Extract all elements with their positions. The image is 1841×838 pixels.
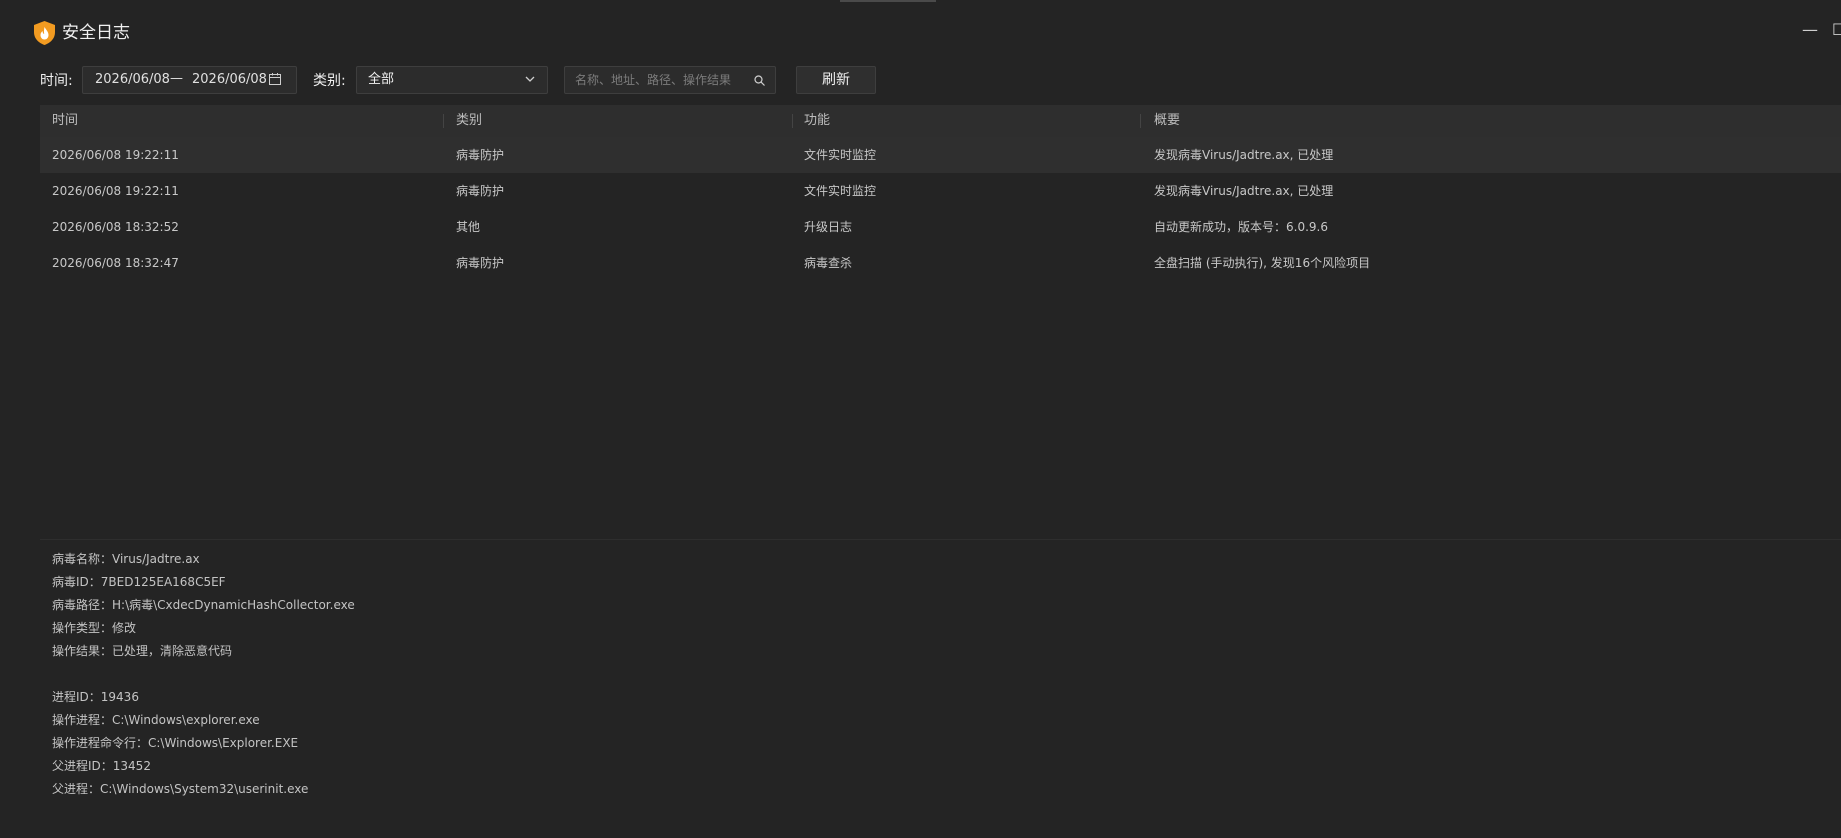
title-bar: 安全日志 — ☐ bbox=[0, 0, 1841, 60]
refresh-button[interactable]: 刷新 bbox=[796, 66, 876, 94]
cell-category: 病毒防护 bbox=[456, 148, 505, 162]
detail-operation-type: 操作类型：修改 bbox=[52, 621, 137, 635]
maximize-button[interactable]: ☐ bbox=[1832, 18, 1841, 42]
detail-process-cmdline: 操作进程命令行：C:\Windows\Explorer.EXE bbox=[52, 736, 299, 750]
cell-function: 升级日志 bbox=[804, 220, 853, 234]
shield-flame-icon bbox=[34, 21, 55, 45]
minimize-button[interactable]: — bbox=[1801, 18, 1819, 42]
column-divider[interactable] bbox=[792, 114, 793, 128]
cell-time: 2026/06/08 18:32:52 bbox=[52, 220, 179, 234]
date-end[interactable]: 2026/06/08 bbox=[192, 72, 267, 88]
search-box[interactable] bbox=[564, 66, 776, 94]
cell-function: 文件实时监控 bbox=[804, 184, 877, 198]
column-header-category[interactable]: 类别 bbox=[456, 105, 482, 137]
cell-function: 文件实时监控 bbox=[804, 148, 877, 162]
table-row[interactable]: 2026/06/08 18:32:47 病毒防护 病毒查杀 全盘扫描 (手动执行… bbox=[40, 245, 1841, 281]
calendar-icon[interactable] bbox=[269, 73, 281, 85]
cell-summary: 自动更新成功，版本号：6.0.9.6 bbox=[1154, 220, 1328, 234]
category-select-value: 全部 bbox=[368, 72, 395, 87]
time-filter-label: 时间: bbox=[40, 73, 73, 89]
cell-category: 病毒防护 bbox=[456, 184, 505, 198]
cell-summary: 发现病毒Virus/Jadtre.ax, 已处理 bbox=[1154, 184, 1334, 198]
column-header-function[interactable]: 功能 bbox=[804, 105, 830, 137]
date-start[interactable]: 2026/06/08 bbox=[95, 72, 170, 88]
detail-process: 操作进程：C:\Windows\explorer.exe bbox=[52, 713, 260, 727]
details-divider[interactable] bbox=[40, 539, 1841, 540]
category-select[interactable]: 全部 bbox=[356, 66, 548, 94]
window-title: 安全日志 bbox=[62, 23, 130, 43]
date-range-picker[interactable]: 2026/06/08 — 2026/06/08 bbox=[82, 66, 297, 94]
log-table: 时间 类别 功能 概要 2026/06/08 19:22:11 病毒防护 文件实… bbox=[40, 105, 1841, 281]
column-divider[interactable] bbox=[1140, 114, 1141, 128]
cell-time: 2026/06/08 18:32:47 bbox=[52, 256, 179, 270]
detail-virus-id: 病毒ID：7BED125EA168C5EF bbox=[52, 575, 226, 589]
detail-parent-process: 父进程：C:\Windows\System32\userinit.exe bbox=[52, 782, 309, 796]
column-header-summary[interactable]: 概要 bbox=[1154, 105, 1180, 137]
category-filter-label: 类别: bbox=[313, 73, 346, 89]
search-icon[interactable] bbox=[754, 75, 765, 86]
cell-summary: 发现病毒Virus/Jadtre.ax, 已处理 bbox=[1154, 148, 1334, 162]
cell-time: 2026/06/08 19:22:11 bbox=[52, 148, 179, 162]
drag-handle[interactable] bbox=[840, 0, 936, 2]
cell-function: 病毒查杀 bbox=[804, 256, 853, 270]
search-input[interactable] bbox=[575, 71, 743, 89]
table-header: 时间 类别 功能 概要 bbox=[40, 105, 1841, 137]
detail-parent-process-id: 父进程ID：13452 bbox=[52, 759, 151, 773]
cell-time: 2026/06/08 19:22:11 bbox=[52, 184, 179, 198]
cell-summary: 全盘扫描 (手动执行), 发现16个风险项目 bbox=[1154, 256, 1371, 270]
table-row[interactable]: 2026/06/08 19:22:11 病毒防护 文件实时监控 发现病毒Viru… bbox=[40, 173, 1841, 209]
detail-process-id: 进程ID：19436 bbox=[52, 690, 139, 704]
cell-category: 其他 bbox=[456, 220, 481, 234]
cell-category: 病毒防护 bbox=[456, 256, 505, 270]
detail-virus-path: 病毒路径：H:\病毒\CxdecDynamicHashCollector.exe bbox=[52, 598, 355, 612]
detail-operation-result: 操作结果：已处理，清除恶意代码 bbox=[52, 644, 233, 658]
column-divider[interactable] bbox=[443, 114, 444, 128]
date-separator: — bbox=[170, 71, 183, 86]
column-header-time[interactable]: 时间 bbox=[52, 105, 78, 137]
detail-virus-name: 病毒名称：Virus/Jadtre.ax bbox=[52, 552, 200, 566]
table-row[interactable]: 2026/06/08 18:32:52 其他 升级日志 自动更新成功，版本号：6… bbox=[40, 209, 1841, 245]
chevron-down-icon bbox=[525, 76, 535, 82]
table-row[interactable]: 2026/06/08 19:22:11 病毒防护 文件实时监控 发现病毒Viru… bbox=[40, 137, 1841, 173]
